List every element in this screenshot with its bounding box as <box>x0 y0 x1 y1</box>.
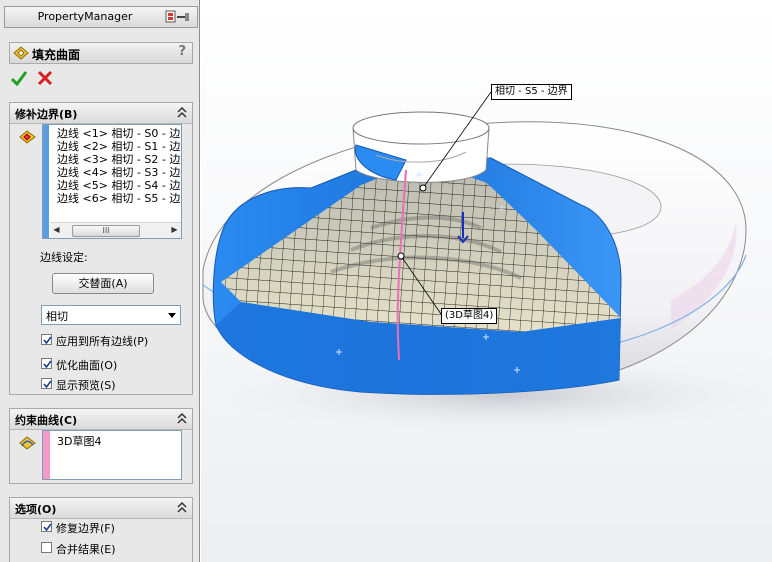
patch-boundary-section: 修补边界(B) 边线 <1> 相切 - S0 - 边 边线 <2> 相切 - S… <box>9 102 193 395</box>
curve-list-active-bar <box>43 431 50 479</box>
checkbox-box[interactable] <box>41 358 52 369</box>
collapse-chevron-icon[interactable] <box>177 502 187 514</box>
edge-list-item[interactable]: 边线 <4> 相切 - S3 - 边 <box>57 166 181 179</box>
help-icon[interactable]: ? <box>178 44 186 59</box>
ok-check-icon[interactable] <box>11 70 27 86</box>
checkmark-icon <box>43 336 52 345</box>
edge-list-item[interactable]: 边线 <1> 相切 - S0 - 边 <box>57 127 181 140</box>
patch-boundary-header[interactable]: 修补边界(B) <box>10 103 192 124</box>
property-manager-tab[interactable]: PropertyManager <box>4 6 198 28</box>
alternate-face-button[interactable]: 交替面(A) <box>52 273 154 294</box>
property-manager-panel: PropertyManager 填充曲面 ? 修补边界(B) 边线 <1> 相切… <box>0 0 200 562</box>
constraint-curves-section: 约束曲线(C) 3D草图4 <box>9 408 193 484</box>
checkbox-label: 合并结果(E) <box>56 543 116 556</box>
checkmark-icon <box>43 380 52 389</box>
edge-list-item[interactable]: 边线 <2> 相切 - S1 - 边 <box>57 140 181 153</box>
options-title: 选项(O) <box>15 503 57 516</box>
scroll-left-icon[interactable]: ◀ <box>51 224 62 236</box>
feature-title: 填充曲面 <box>32 48 81 62</box>
condition-value: 相切 <box>46 310 68 323</box>
edge-list-item[interactable]: 边线 <3> 相切 - S2 - 边 <box>57 153 181 166</box>
edge-selection-icon <box>19 130 36 144</box>
graphics-viewport[interactable]: 相切 - S5 - 边界 (3D草图4) <box>201 0 772 562</box>
options-section: 选项(O) 修复边界(F) 合并结果(E) <box>9 497 193 562</box>
checkbox-label: 显示预览(S) <box>56 379 116 392</box>
curvature-condition-select[interactable]: 相切 <box>41 305 181 325</box>
constraint-curve-list[interactable]: 3D草图4 <box>42 430 182 480</box>
edge-list-item[interactable]: 边线 <6> 相切 - S5 - 边 <box>57 192 181 205</box>
checkmark-icon <box>43 360 52 369</box>
model-view[interactable] <box>201 0 772 562</box>
cancel-x-icon[interactable] <box>37 70 53 86</box>
checkbox-label: 优化曲面(O) <box>56 359 118 372</box>
edge-callout-anchor <box>419 184 427 192</box>
edge-list-horizontal-scrollbar[interactable]: ◀ III ▶ <box>50 222 181 238</box>
scroll-thumb[interactable]: III <box>72 225 140 237</box>
collapse-chevron-icon[interactable] <box>177 413 187 425</box>
curve-selection-icon <box>19 436 36 450</box>
feature-header: 填充曲面 ? <box>9 42 193 64</box>
top-boss-rim <box>352 111 490 145</box>
fill-surface-icon <box>13 46 29 60</box>
sketch-callout-label[interactable]: (3D草图4) <box>441 308 498 324</box>
scroll-right-icon[interactable]: ▶ <box>169 224 180 236</box>
collapse-chevron-icon[interactable] <box>177 107 187 119</box>
sketch-callout-anchor <box>397 252 405 260</box>
edge-list-active-bar <box>43 125 49 238</box>
edge-list[interactable]: 边线 <1> 相切 - S0 - 边 边线 <2> 相切 - S1 - 边 边线… <box>42 124 182 239</box>
checkbox-label: 修复边界(F) <box>56 522 115 535</box>
constraint-curves-title: 约束曲线(C) <box>15 414 78 427</box>
checkbox-box[interactable] <box>41 521 52 532</box>
edge-callout-label[interactable]: 相切 - S5 - 边界 <box>491 84 572 100</box>
checkbox-box[interactable] <box>41 334 52 345</box>
checkbox-box[interactable] <box>41 542 52 553</box>
edge-list-item[interactable]: 边线 <5> 相切 - S4 - 边 <box>57 179 181 192</box>
pin-icon[interactable] <box>165 10 191 24</box>
edge-settings-label: 边线设定: <box>40 251 88 264</box>
checkbox-label: 应用到所有边线(P) <box>56 335 149 348</box>
patch-boundary-title: 修补边界(B) <box>15 108 78 121</box>
constraint-curves-header[interactable]: 约束曲线(C) <box>10 409 192 430</box>
property-manager-title: PropertyManager <box>37 10 133 23</box>
checkbox-box[interactable] <box>41 378 52 389</box>
options-header[interactable]: 选项(O) <box>10 498 192 519</box>
chevron-down-icon[interactable] <box>168 313 176 318</box>
constraint-curve-item[interactable]: 3D草图4 <box>57 433 101 449</box>
checkmark-icon <box>43 523 52 532</box>
